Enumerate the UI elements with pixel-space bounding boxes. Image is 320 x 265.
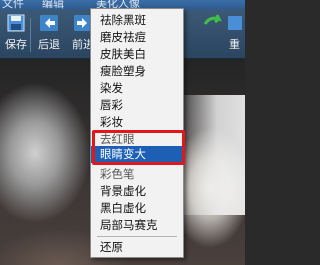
menu-item-color-pen[interactable]: 彩色笔 bbox=[91, 166, 183, 183]
back-label: 后退 bbox=[38, 38, 60, 51]
photo-highlight-area bbox=[175, 95, 245, 215]
right-cut-button[interactable]: 重 bbox=[224, 14, 245, 56]
save-icon bbox=[7, 14, 25, 32]
annotation-highlight-box bbox=[92, 130, 185, 165]
menu-file[interactable]: 文件 bbox=[2, 0, 24, 11]
menu-item-lip-color[interactable]: 唇彩 bbox=[91, 97, 183, 114]
menu-item-slimming[interactable]: 瘦脸塑身 bbox=[91, 63, 183, 80]
menu-item-mosaic[interactable]: 局部马赛克 bbox=[91, 217, 183, 234]
save-button[interactable]: 保存 bbox=[0, 14, 32, 56]
save-label: 保存 bbox=[5, 38, 27, 51]
toolbar-divider bbox=[30, 18, 31, 52]
menu-separator bbox=[97, 236, 177, 237]
menu-item-hair-dye[interactable]: 染发 bbox=[91, 80, 183, 97]
back-button[interactable]: 后退 bbox=[33, 14, 65, 56]
undo-icon bbox=[40, 15, 58, 31]
green-arrow-icon bbox=[203, 14, 222, 25]
menu-item-restore[interactable]: 还原 bbox=[91, 239, 183, 256]
right-cut-label: 重 bbox=[229, 38, 240, 51]
menu-item-bw-blur[interactable]: 黑白虚化 bbox=[91, 200, 183, 217]
menu-edit[interactable]: 编辑 bbox=[42, 0, 64, 11]
rotate-icon bbox=[227, 16, 242, 30]
menu-item-makeup[interactable]: 彩妆 bbox=[91, 114, 183, 131]
menu-item-spot-removal[interactable]: 祛除黑斑 bbox=[91, 12, 183, 29]
menu-item-background-blur[interactable]: 背景虚化 bbox=[91, 183, 183, 200]
menu-item-skin-smoothing[interactable]: 磨皮祛痘 bbox=[91, 29, 183, 46]
menu-item-skin-whitening[interactable]: 皮肤美白 bbox=[91, 46, 183, 63]
